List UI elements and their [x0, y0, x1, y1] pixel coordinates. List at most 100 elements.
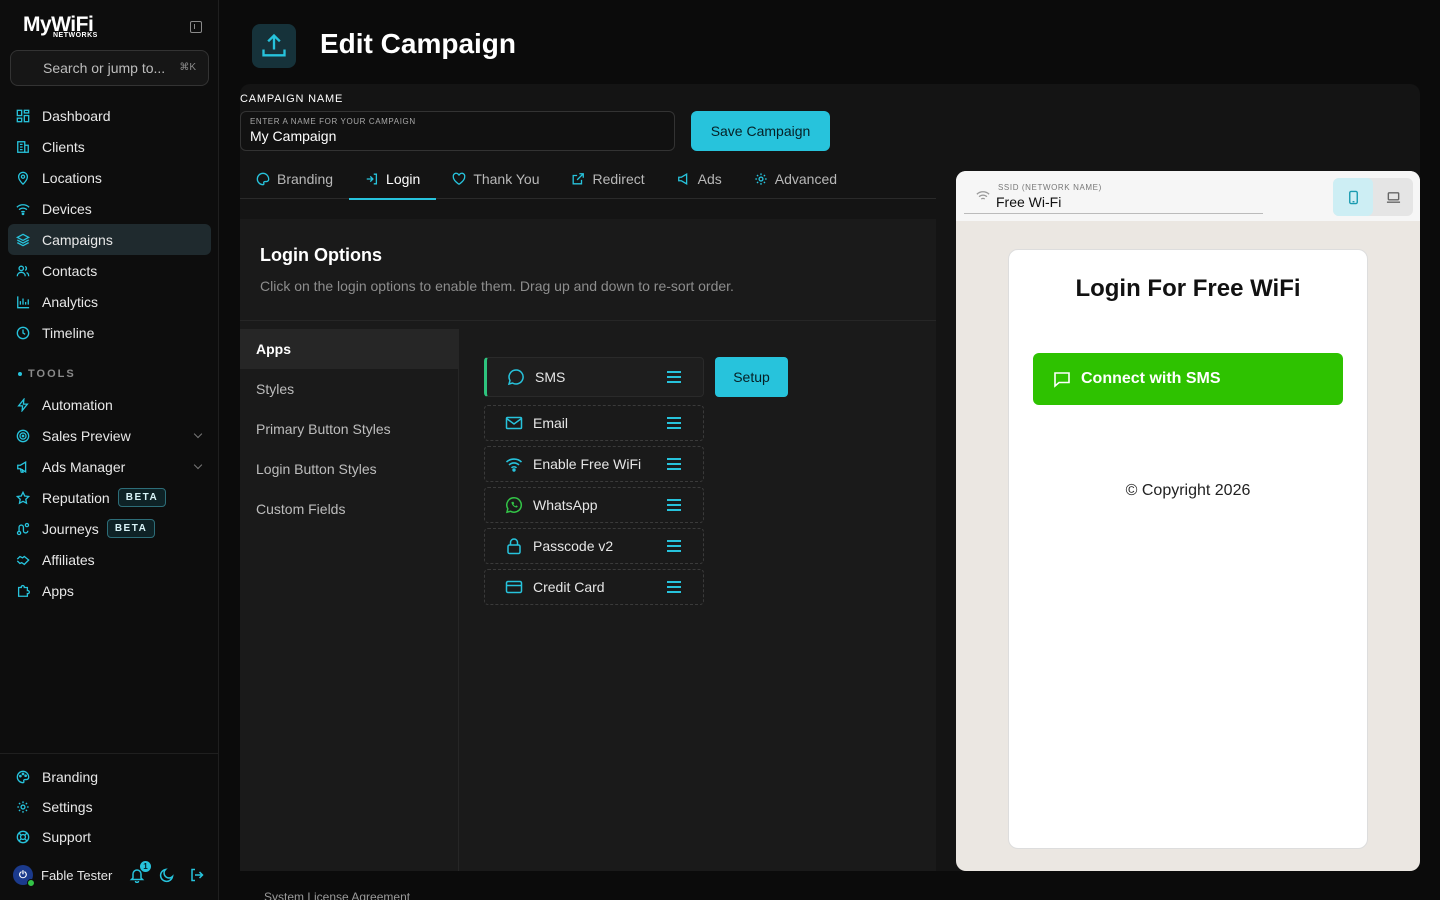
sidebar-item-support[interactable]: Support: [8, 822, 211, 852]
campaign-tabs: Branding Login Thank You Redirect Ads Ad…: [240, 158, 936, 200]
setup-button[interactable]: Setup: [715, 357, 788, 397]
avatar[interactable]: ⏻: [13, 865, 35, 887]
sidebar-item-automation[interactable]: Automation: [8, 389, 211, 420]
sidebar-item-clients[interactable]: Clients: [8, 131, 211, 162]
subnav-item-primary-button-styles[interactable]: Primary Button Styles: [240, 409, 458, 449]
puzzle-icon: [16, 584, 30, 598]
search-input[interactable]: Search or jump to... ⌘K: [10, 50, 209, 86]
connect-sms-button[interactable]: Connect with SMS: [1033, 353, 1343, 405]
tools-heading-label: TOOLS: [28, 367, 76, 380]
save-campaign-button[interactable]: Save Campaign: [691, 111, 830, 151]
lock-icon: [507, 538, 521, 555]
login-option-passcode[interactable]: Passcode v2: [484, 528, 704, 564]
sidebar-item-contacts[interactable]: Contacts: [8, 255, 211, 286]
campaign-preview: SSID (NETWORK NAME) Free Wi-Fi Login For…: [956, 171, 1420, 871]
building-icon: [16, 140, 30, 154]
campaign-name-label: CAMPAIGN NAME: [240, 93, 344, 105]
mobile-view-button[interactable]: [1333, 178, 1373, 216]
drag-handle-icon[interactable]: [667, 417, 681, 429]
login-option-credit-card[interactable]: Credit Card: [484, 569, 704, 605]
sidebar-item-campaigns[interactable]: Campaigns: [8, 224, 211, 255]
drag-handle-icon[interactable]: [667, 540, 681, 552]
sidebar-item-apps[interactable]: Apps: [8, 575, 211, 606]
tab-login[interactable]: Login: [349, 158, 437, 200]
search-placeholder: Search or jump to...: [43, 60, 166, 76]
sidebar-item-label: Devices: [42, 200, 92, 217]
login-icon: [366, 173, 378, 184]
sidebar-item-ads-manager[interactable]: Ads Manager: [8, 451, 211, 482]
sidebar-item-label: Dashboard: [42, 107, 111, 124]
phone-preview: Login For Free WiFi Connect with SMS © C…: [1008, 249, 1368, 849]
sidebar-item-reputation[interactable]: Reputation BETA: [8, 482, 211, 513]
tab-branding[interactable]: Branding: [240, 158, 349, 199]
user-row[interactable]: ⏻ Fable Tester 1: [0, 858, 219, 892]
ssid-underline: [964, 213, 1263, 214]
drag-handle-icon[interactable]: [667, 499, 681, 511]
subnav-item-apps[interactable]: Apps: [240, 329, 458, 369]
login-options-subtitle: Click on the login options to enable the…: [260, 278, 734, 294]
clock-icon: [16, 326, 30, 340]
collapse-sidebar-icon[interactable]: [190, 21, 202, 33]
login-option-free-wifi[interactable]: Enable Free WiFi: [484, 446, 704, 482]
sidebar-item-sales-preview[interactable]: Sales Preview: [8, 420, 211, 451]
lifebuoy-icon: [16, 830, 30, 844]
drag-handle-icon[interactable]: [667, 458, 681, 470]
palette-icon: [16, 770, 30, 784]
sidebar-item-label: Automation: [42, 396, 113, 413]
sidebar-item-timeline[interactable]: Timeline: [8, 317, 211, 348]
tab-label: Login: [386, 170, 421, 187]
chevron-down-icon[interactable]: [193, 460, 203, 470]
logout-icon[interactable]: [189, 867, 205, 886]
preview-toolbar: SSID (NETWORK NAME) Free Wi-Fi: [956, 171, 1420, 221]
tab-thank-you[interactable]: Thank You: [436, 158, 555, 199]
tab-redirect[interactable]: Redirect: [555, 158, 660, 199]
login-option-email[interactable]: Email: [484, 405, 704, 441]
drag-handle-icon[interactable]: [667, 371, 681, 383]
bell-icon[interactable]: 1: [129, 861, 151, 886]
sidebar-item-affiliates[interactable]: Affiliates: [8, 544, 211, 575]
login-option-label: Email: [533, 415, 569, 431]
tab-ads[interactable]: Ads: [661, 158, 738, 199]
upload-icon: [252, 24, 296, 68]
sidebar-item-label: Branding: [42, 769, 99, 785]
campaign-name-value[interactable]: My Campaign: [250, 128, 665, 144]
sidebar-item-dashboard[interactable]: Dashboard: [8, 100, 211, 131]
wifi-icon: [505, 458, 523, 472]
sidebar-item-devices[interactable]: Devices: [8, 193, 211, 224]
moon-icon[interactable]: [159, 867, 175, 886]
main-nav: Dashboard Clients Locations Devices Camp…: [8, 100, 211, 606]
login-option-label: Passcode v2: [533, 538, 614, 554]
logo[interactable]: MyWiFi NETWORKS: [23, 14, 97, 40]
tab-advanced[interactable]: Advanced: [738, 158, 853, 199]
desktop-view-button[interactable]: [1373, 178, 1413, 216]
map-pin-icon: [16, 171, 30, 185]
chevron-down-icon[interactable]: [193, 429, 203, 439]
subnav-item-custom-fields[interactable]: Custom Fields: [240, 489, 458, 529]
sidebar-item-label: Analytics: [42, 293, 99, 310]
star-icon: [16, 490, 30, 505]
sidebar-item-analytics[interactable]: Analytics: [8, 286, 211, 317]
grid-icon: [16, 109, 30, 123]
license-agreement-link[interactable]: System License Agreement: [264, 890, 410, 900]
sidebar-item-locations[interactable]: Locations: [8, 162, 211, 193]
heart-icon: [452, 172, 466, 185]
preview-title: Login For Free WiFi: [1075, 275, 1301, 302]
sidebar-item-journeys[interactable]: Journeys BETA: [8, 513, 211, 544]
login-option-sms[interactable]: SMS: [484, 357, 704, 397]
sidebar-item-label: Apps: [42, 582, 74, 599]
subnav-item-login-button-styles[interactable]: Login Button Styles: [240, 449, 458, 489]
bar-chart-icon: [16, 295, 30, 309]
campaign-name-field[interactable]: ENTER A NAME FOR YOUR CAMPAIGN My Campai…: [240, 111, 675, 151]
sidebar-item-settings[interactable]: Settings: [8, 792, 211, 822]
login-option-whatsapp[interactable]: WhatsApp: [484, 487, 704, 523]
ssid-input[interactable]: Free Wi-Fi: [996, 194, 1061, 210]
drag-handle-icon[interactable]: [667, 581, 681, 593]
laptop-icon: [1386, 191, 1400, 203]
sidebar-item-branding[interactable]: Branding: [8, 762, 211, 792]
wifi-icon: [16, 202, 30, 216]
subnav-item-styles[interactable]: Styles: [240, 369, 458, 409]
megaphone-icon: [677, 172, 687, 185]
login-option-list: SMS Email Enable Free WiFi WhatsApp Pass: [484, 357, 704, 610]
user-name: Fable Tester: [41, 867, 113, 883]
external-link-icon: [573, 172, 585, 184]
